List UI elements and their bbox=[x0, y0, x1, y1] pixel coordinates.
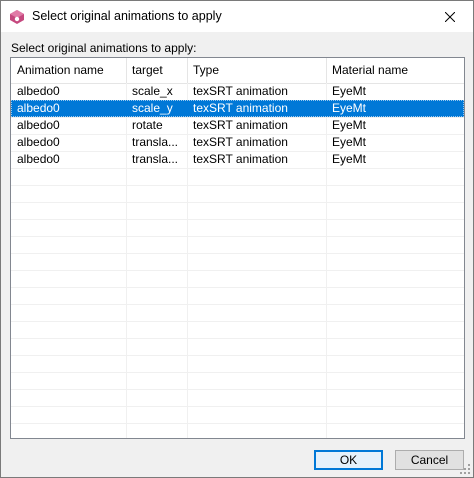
column-header-target[interactable]: target bbox=[126, 58, 187, 83]
table-row[interactable]: albedo0 scale_y texSRT animation EyeMt bbox=[11, 100, 464, 117]
cell-target: scale_y bbox=[132, 101, 173, 115]
dialog-window: Select original animations to apply Sele… bbox=[0, 0, 474, 478]
list-header: Animation name target Type Material name bbox=[11, 58, 464, 84]
grid-row-line bbox=[11, 372, 464, 373]
cell-animation-name: albedo0 bbox=[17, 135, 60, 149]
cell-animation-name: albedo0 bbox=[17, 84, 60, 98]
cell-target: transla... bbox=[132, 135, 179, 149]
cell-target: rotate bbox=[132, 118, 163, 132]
grid-row-line bbox=[11, 355, 464, 356]
grid-row-line bbox=[11, 202, 464, 203]
cell-material-name: EyeMt bbox=[332, 152, 367, 166]
close-button[interactable] bbox=[427, 1, 473, 32]
grid-row-line bbox=[11, 270, 464, 271]
column-header-type[interactable]: Type bbox=[187, 58, 326, 83]
grid-row-line bbox=[11, 389, 464, 390]
animation-list[interactable]: Animation name target Type Material name… bbox=[10, 57, 465, 439]
grid-row-line bbox=[11, 287, 464, 288]
cancel-button[interactable]: Cancel bbox=[395, 450, 464, 470]
window-title: Select original animations to apply bbox=[32, 9, 222, 23]
cell-animation-name: albedo0 bbox=[17, 118, 60, 132]
grid-row-line bbox=[11, 168, 464, 169]
cell-type: texSRT animation bbox=[193, 118, 288, 132]
cell-material-name: EyeMt bbox=[332, 101, 367, 115]
cell-type: texSRT animation bbox=[193, 135, 288, 149]
resize-grip-icon[interactable] bbox=[459, 463, 471, 475]
app-icon bbox=[10, 10, 24, 24]
grid-row-line bbox=[11, 185, 464, 186]
table-row[interactable]: albedo0 transla... texSRT animation EyeMt bbox=[11, 134, 464, 151]
table-row[interactable]: albedo0 scale_x texSRT animation EyeMt bbox=[11, 83, 464, 100]
grid-row-line bbox=[11, 321, 464, 322]
ok-button[interactable]: OK bbox=[314, 450, 383, 470]
cell-type: texSRT animation bbox=[193, 152, 288, 166]
table-row[interactable]: albedo0 rotate texSRT animation EyeMt bbox=[11, 117, 464, 134]
column-header-animation-name[interactable]: Animation name bbox=[11, 58, 126, 83]
cell-material-name: EyeMt bbox=[332, 84, 367, 98]
grid-row-line bbox=[11, 253, 464, 254]
grid-row-line bbox=[11, 406, 464, 407]
cell-animation-name: albedo0 bbox=[17, 101, 60, 115]
grid-row-line bbox=[11, 423, 464, 424]
close-icon bbox=[445, 11, 455, 22]
cell-target: scale_x bbox=[132, 84, 173, 98]
cell-material-name: EyeMt bbox=[332, 118, 367, 132]
cell-type: texSRT animation bbox=[193, 101, 288, 115]
column-header-material-name[interactable]: Material name bbox=[326, 58, 464, 83]
grid-row-line bbox=[11, 236, 464, 237]
cell-type: texSRT animation bbox=[193, 84, 288, 98]
table-row[interactable]: albedo0 transla... texSRT animation EyeMt bbox=[11, 151, 464, 168]
cell-material-name: EyeMt bbox=[332, 135, 367, 149]
grid-row-line bbox=[11, 304, 464, 305]
grid-row-line bbox=[11, 219, 464, 220]
cell-animation-name: albedo0 bbox=[17, 152, 60, 166]
list-caption: Select original animations to apply: bbox=[11, 41, 197, 55]
grid-row-line bbox=[11, 338, 464, 339]
cell-target: transla... bbox=[132, 152, 179, 166]
title-bar[interactable]: Select original animations to apply bbox=[1, 1, 473, 32]
